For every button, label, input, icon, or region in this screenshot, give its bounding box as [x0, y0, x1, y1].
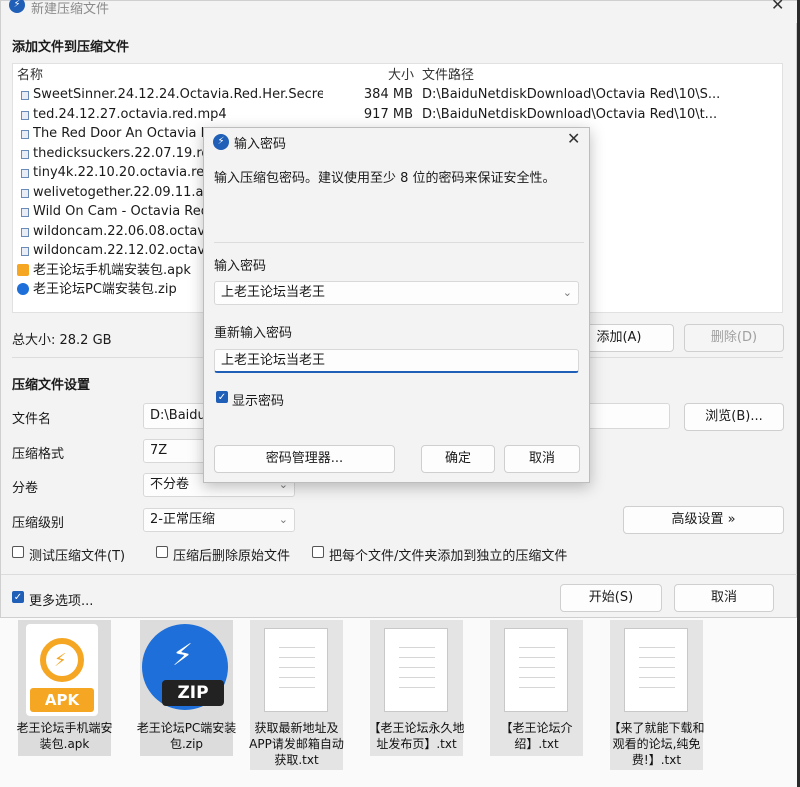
desktop-item-label: 获取最新地址及APP请发邮箱自动获取.txt — [249, 721, 344, 767]
more-options-checkbox[interactable]: ✓ — [12, 591, 24, 603]
start-button[interactable]: 开始(S) — [560, 584, 662, 612]
zip-package-icon: ⚡ ZIP — [142, 624, 228, 710]
chevron-down-icon: ⌄ — [278, 513, 288, 526]
app-logo-icon: ⚡ — [9, 0, 25, 13]
file-size-cell: 917 MB — [363, 106, 413, 122]
text-file-icon — [384, 628, 448, 712]
file-path-cell: D:\BaiduNetdiskDownload\Octavia Red\10\t… — [422, 106, 718, 122]
password-label: 输入密码 — [214, 259, 267, 274]
zip-file-icon — [17, 283, 29, 295]
password-dialog: ⚡ 输入密码 ✕ 输入压缩包密码。建议使用至少 8 位的密码来保证安全性。 输入… — [203, 127, 590, 483]
ok-button[interactable]: 确定 — [421, 445, 495, 473]
video-file-icon — [21, 91, 29, 100]
desktop-item-label: 老王论坛手机端安装包.apk — [16, 721, 113, 751]
file-path-cell: D:\BaiduNetdiskDownload\Octavia Red\10\S… — [422, 87, 721, 102]
text-file-icon — [264, 628, 328, 712]
desktop-item-label: 【老王论坛永久地址发布页】.txt — [368, 721, 465, 751]
video-file-icon — [21, 247, 29, 256]
app-logo-icon: ⚡ — [213, 134, 229, 150]
desktop-item-txt[interactable]: 【老王论坛介绍】.txt — [490, 620, 583, 756]
separate-archive-label: 把每个文件/文件夹添加到独立的压缩文件 — [329, 549, 568, 564]
password-hint: 输入压缩包密码。建议使用至少 8 位的密码来保证安全性。 — [214, 171, 556, 186]
delete-button[interactable]: 删除(D) — [684, 324, 784, 352]
dialog-cancel-button[interactable]: 取消 — [504, 445, 580, 473]
file-size-cell: 384 MB — [363, 87, 413, 102]
more-options-label: 更多选项... — [29, 594, 94, 609]
desktop-item-txt[interactable]: 获取最新地址及APP请发邮箱自动获取.txt — [249, 620, 344, 770]
column-size-header[interactable]: 大小 — [388, 66, 414, 85]
column-path-header[interactable]: 文件路径 — [422, 66, 474, 85]
text-file-icon — [624, 628, 688, 712]
browse-button[interactable]: 浏览(B)... — [684, 403, 784, 431]
divider — [214, 242, 584, 243]
close-icon[interactable]: ✕ — [567, 129, 580, 148]
zip-badge: ZIP — [162, 680, 224, 706]
video-file-icon — [21, 188, 29, 198]
password-input[interactable]: 上老王论坛当老王 ⌄ — [214, 281, 579, 305]
title-bar: ⚡ 新建压缩文件 ✕ — [1, 0, 798, 23]
reenter-password-input[interactable]: 上老王论坛当老王 — [214, 349, 579, 373]
cancel-button[interactable]: 取消 — [674, 584, 774, 612]
video-file-icon — [21, 227, 29, 237]
show-password-label: 显示密码 — [232, 394, 285, 409]
text-file-icon — [504, 628, 568, 712]
add-files-heading: 添加文件到压缩文件 — [12, 40, 130, 55]
level-select[interactable]: 2-正常压缩 ⌄ — [143, 508, 295, 532]
video-file-icon — [21, 169, 29, 178]
reenter-label: 重新输入密码 — [214, 326, 293, 341]
window-title: 新建压缩文件 — [31, 2, 110, 17]
desktop-item-zip[interactable]: ⚡ ZIP 老王论坛PC端安装包.zip — [137, 620, 236, 756]
desktop-item-label: 老王论坛PC端安装包.zip — [136, 721, 237, 751]
video-file-icon — [21, 208, 29, 217]
apk-file-icon — [17, 263, 29, 276]
format-value: 7Z — [150, 443, 168, 458]
format-label: 压缩格式 — [12, 447, 65, 462]
split-value: 不分卷 — [150, 477, 190, 492]
level-label: 压缩级别 — [12, 516, 65, 531]
level-value: 2-正常压缩 — [150, 512, 215, 527]
desktop-item-label: 【老王论坛介绍】.txt — [500, 721, 573, 751]
settings-heading: 压缩文件设置 — [12, 378, 91, 393]
file-name-cell: ted.24.12.27.octavia.red.mp4 — [33, 106, 227, 122]
desktop-item-label: 【来了就能下载和观看的论坛,纯免费!】.txt — [608, 721, 705, 767]
file-name-cell: SweetSinner.24.12.24.Octavia.Red.Her.Sec… — [33, 87, 323, 102]
list-header: 名称 大小 文件路径 — [13, 66, 773, 85]
total-size: 总大小: 28.2 GB — [12, 333, 112, 348]
show-password-checkbox[interactable]: ✓ — [216, 391, 228, 403]
desktop-item-txt[interactable]: 【老王论坛永久地址发布页】.txt — [368, 620, 465, 756]
split-label: 分卷 — [12, 481, 39, 496]
filename-label: 文件名 — [12, 412, 52, 427]
video-file-icon — [21, 130, 29, 139]
dialog-title: 输入密码 — [234, 137, 287, 152]
desktop-item-apk[interactable]: ⚡ APK 老王论坛手机端安装包.apk — [16, 620, 113, 756]
delete-after-checkbox[interactable] — [156, 546, 168, 558]
test-archive-checkbox[interactable] — [12, 546, 24, 558]
chevron-down-icon: ⌄ — [562, 286, 572, 299]
apk-badge: APK — [30, 688, 94, 712]
video-file-icon — [21, 110, 29, 120]
table-row[interactable]: SweetSinner.24.12.24.Octavia.Red.Her.Sec… — [13, 85, 773, 104]
separate-archive-checkbox[interactable] — [312, 546, 324, 558]
video-file-icon — [21, 149, 29, 159]
password-value: 上老王论坛当老王 — [221, 285, 326, 300]
test-archive-label: 测试压缩文件(T) — [29, 549, 126, 564]
desktop-item-txt[interactable]: 【来了就能下载和观看的论坛,纯免费!】.txt — [608, 620, 705, 770]
close-icon[interactable]: ✕ — [771, 0, 784, 14]
delete-after-label: 压缩后删除原始文件 — [173, 549, 291, 564]
apk-package-icon: ⚡ APK — [26, 624, 98, 716]
password-manager-button[interactable]: 密码管理器... — [214, 445, 395, 473]
advanced-settings-button[interactable]: 高级设置 » — [623, 506, 784, 534]
column-name-header[interactable]: 名称 — [17, 66, 43, 85]
divider — [1, 574, 798, 575]
table-row[interactable]: ted.24.12.27.octavia.red.mp4 917 MB D:\Bai… — [13, 105, 773, 124]
